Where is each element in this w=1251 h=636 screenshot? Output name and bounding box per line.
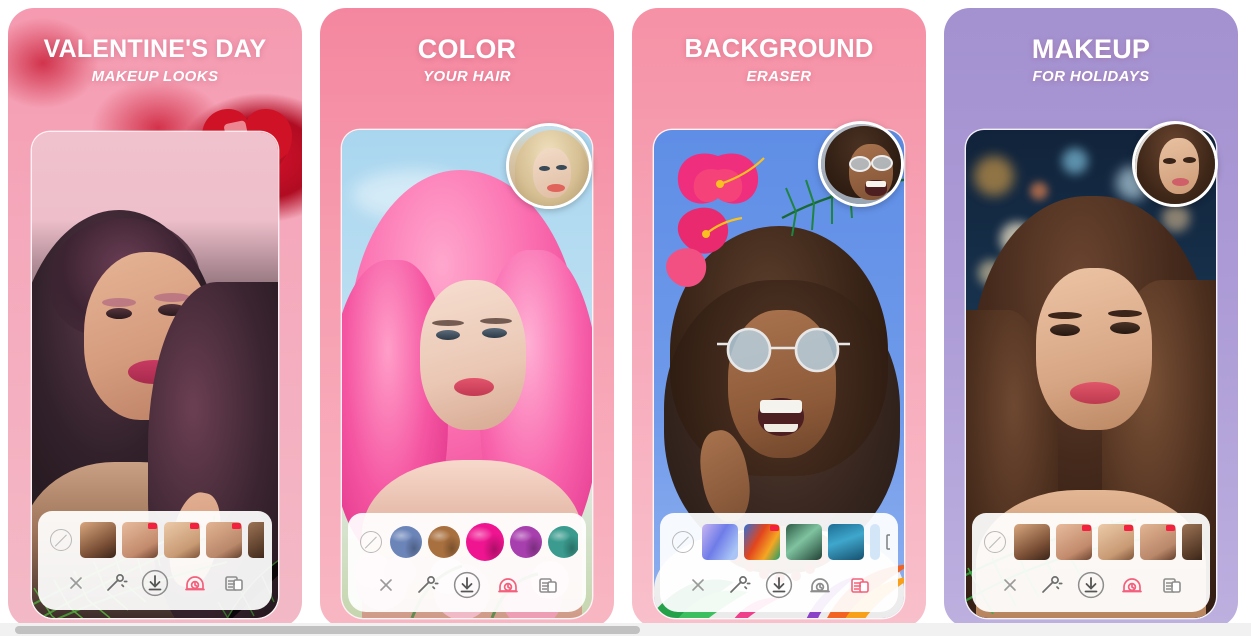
- panel-subtitle: YOUR HAIR: [423, 68, 511, 85]
- app-screenshot-color-hair[interactable]: COLOR YOUR HAIR: [320, 8, 614, 628]
- magic-wand-icon[interactable]: [101, 569, 129, 597]
- background-thumbnail[interactable]: [744, 524, 780, 560]
- screenshot-gallery: VALENTINE'S DAY MAKEUP LOOKS COLOR YOUR …: [0, 0, 1251, 636]
- scrollbar-thumb[interactable]: [15, 626, 640, 634]
- makeup-look-thumbnail[interactable]: [122, 522, 158, 558]
- panel-subtitle: MAKEUP LOOKS: [91, 68, 219, 85]
- app-screenshot-makeup-holidays[interactable]: MAKEUP FOR HOLIDAYS: [944, 8, 1238, 628]
- no-effect-icon[interactable]: [360, 531, 382, 553]
- hair-color-swatch-brown[interactable]: [428, 526, 460, 558]
- makeup-look-thumbnail[interactable]: [248, 522, 264, 558]
- download-icon[interactable]: [1076, 570, 1106, 600]
- makeup-look-list[interactable]: [46, 521, 264, 559]
- makeup-look-thumbnail[interactable]: [1182, 524, 1202, 560]
- panel-title: COLOR: [417, 34, 517, 64]
- panel-header: BACKGROUND ERASER: [632, 34, 926, 87]
- hibiscus-decoration: [666, 153, 765, 287]
- editor-toolbar[interactable]: [972, 513, 1210, 612]
- horizontal-scrollbar[interactable]: [0, 623, 1251, 636]
- pro-badge: [1124, 525, 1133, 531]
- makeup-look-thumbnail[interactable]: [1140, 524, 1176, 560]
- makeup-look-thumbnail[interactable]: [1056, 524, 1092, 560]
- glasses-icon: [717, 327, 850, 373]
- makeup-look-thumbnail[interactable]: [1014, 524, 1050, 560]
- download-icon[interactable]: [452, 570, 482, 600]
- editor-action-bar[interactable]: [46, 559, 264, 602]
- blonde-model-avatar[interactable]: [506, 123, 592, 209]
- makeup-look-thumbnail[interactable]: [206, 522, 242, 558]
- smiling-model-avatar[interactable]: [818, 121, 904, 207]
- hair-color-swatch-blue[interactable]: [390, 526, 422, 558]
- download-icon[interactable]: [764, 570, 794, 600]
- background-thumbnail[interactable]: [702, 524, 738, 560]
- compare-icon[interactable]: [886, 533, 890, 551]
- pro-badge: [1166, 525, 1175, 531]
- magic-wand-icon[interactable]: [1036, 571, 1064, 599]
- editor-toolbar[interactable]: [660, 513, 898, 612]
- pro-badge: [1082, 525, 1091, 531]
- panel-subtitle: FOR HOLIDAYS: [1032, 68, 1150, 85]
- editor-action-bar[interactable]: [980, 561, 1202, 604]
- photo-canvas[interactable]: [32, 132, 278, 618]
- pro-badge: [190, 523, 199, 529]
- gallery-icon[interactable]: [220, 569, 248, 597]
- panel-header: MAKEUP FOR HOLIDAYS: [944, 34, 1238, 87]
- makeup-look-thumbnail[interactable]: [1098, 524, 1134, 560]
- hair-color-swatch-pink[interactable]: [466, 523, 504, 561]
- panel-header: COLOR YOUR HAIR: [320, 34, 614, 87]
- app-screenshot-valentines[interactable]: VALENTINE'S DAY MAKEUP LOOKS: [8, 8, 302, 628]
- pro-badge: [148, 523, 157, 529]
- brunette-model-avatar[interactable]: [1132, 121, 1218, 207]
- hair-color-swatch-purple[interactable]: [510, 526, 542, 558]
- hair-color-list[interactable]: [356, 523, 578, 561]
- app-screenshot-background-eraser[interactable]: BACKGROUND ERASER: [632, 8, 926, 628]
- camera-icon[interactable]: [181, 569, 209, 597]
- panel-header: VALENTINE'S DAY MAKEUP LOOKS: [8, 34, 302, 87]
- background-thumbnail[interactable]: [828, 524, 864, 560]
- panel-title: BACKGROUND: [684, 35, 874, 63]
- pro-badge: [770, 525, 779, 531]
- makeup-look-list[interactable]: [980, 523, 1202, 561]
- panel-title: VALENTINE'S DAY: [43, 35, 267, 63]
- camera-icon[interactable]: [806, 571, 834, 599]
- makeup-look-thumbnail[interactable]: [80, 522, 116, 558]
- editor-action-bar[interactable]: [356, 561, 578, 604]
- camera-icon[interactable]: [494, 571, 522, 599]
- editor-toolbar[interactable]: [348, 513, 586, 612]
- background-thumbnail[interactable]: [786, 524, 822, 560]
- gallery-icon[interactable]: [846, 571, 874, 599]
- panel-subtitle: ERASER: [746, 68, 812, 85]
- no-effect-icon[interactable]: [50, 529, 72, 551]
- close-icon[interactable]: [62, 569, 90, 597]
- editor-action-bar[interactable]: [668, 561, 890, 604]
- background-thumbnail[interactable]: [870, 524, 880, 560]
- magic-wand-icon[interactable]: [412, 571, 440, 599]
- download-icon[interactable]: [140, 568, 170, 598]
- pro-badge: [232, 523, 241, 529]
- magic-wand-icon[interactable]: [724, 571, 752, 599]
- makeup-look-thumbnail[interactable]: [164, 522, 200, 558]
- panel-title: MAKEUP: [1031, 34, 1151, 64]
- hair-color-swatch-teal[interactable]: [548, 526, 578, 558]
- close-icon[interactable]: [372, 571, 400, 599]
- camera-icon[interactable]: [1118, 571, 1146, 599]
- no-effect-icon[interactable]: [672, 531, 694, 553]
- gallery-icon[interactable]: [534, 571, 562, 599]
- editor-toolbar[interactable]: [38, 511, 272, 610]
- close-icon[interactable]: [996, 571, 1024, 599]
- close-icon[interactable]: [684, 571, 712, 599]
- background-list[interactable]: [668, 523, 890, 561]
- no-effect-icon[interactable]: [984, 531, 1006, 553]
- gallery-icon[interactable]: [1158, 571, 1186, 599]
